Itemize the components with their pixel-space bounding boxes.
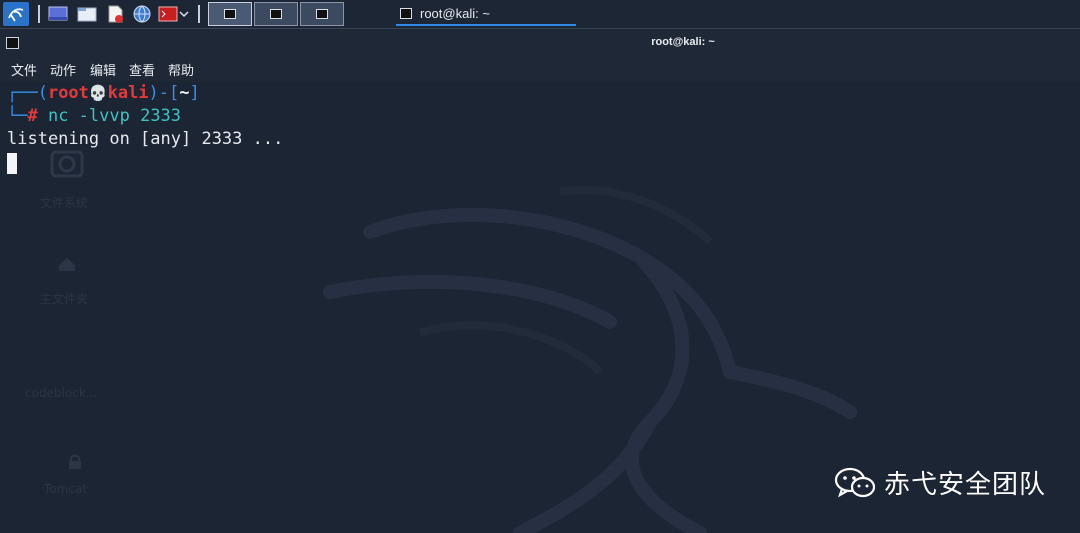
workspace-2[interactable]: [254, 2, 298, 26]
ghost-label: codeblock...: [25, 386, 98, 400]
kali-menu-icon[interactable]: [3, 2, 29, 26]
prompt-bracket: )-[: [148, 83, 180, 103]
window-title: root@kali: ~: [651, 36, 715, 48]
window-titlebar[interactable]: root@kali: ~: [0, 31, 1080, 55]
prompt-bracket-close: ]: [189, 83, 200, 103]
prompt-hash: #: [27, 106, 38, 126]
terminal-icon: [270, 9, 282, 19]
wechat-watermark: 赤弋安全团队: [834, 464, 1046, 501]
prompt-user: root: [47, 83, 89, 103]
taskbar-separator: [38, 5, 40, 23]
file-manager-icon[interactable]: [76, 3, 98, 25]
menu-bar: 文件 动作 编辑 查看 帮助: [0, 56, 1080, 80]
prompt-cwd: ~: [179, 83, 190, 103]
text-cursor: [7, 153, 17, 174]
ghost-home-icon: [59, 258, 75, 271]
prompt-corner-top: ┌──(: [7, 83, 48, 103]
taskbar-separator: [198, 5, 200, 23]
menu-action[interactable]: 动作: [50, 60, 76, 79]
taskbar-window-label: root@kali: ~: [420, 5, 490, 21]
web-browser-icon[interactable]: [131, 3, 153, 25]
workspace-3[interactable]: [300, 2, 344, 26]
menu-file[interactable]: 文件: [11, 60, 37, 79]
ghost-label: 文件系统: [40, 196, 89, 210]
terminal-icon: [224, 9, 236, 19]
chevron-down-icon[interactable]: [177, 3, 191, 25]
menu-view[interactable]: 查看: [129, 60, 155, 79]
skull-icon: 💀: [88, 84, 108, 102]
menu-help[interactable]: 帮助: [168, 60, 194, 79]
menu-edit[interactable]: 编辑: [90, 60, 116, 79]
prompt-line: ┌──(root💀kali)-[~]: [7, 82, 200, 105]
command-output: listening on [any] 2333 ...: [7, 129, 284, 149]
workspace-1[interactable]: [208, 2, 252, 26]
text-editor-icon[interactable]: [104, 3, 126, 25]
ghost-drive-icon: [50, 150, 84, 178]
terminal-icon: [400, 7, 412, 19]
command-text: nc -lvvp 2333: [37, 106, 182, 126]
taskbar-window-button[interactable]: root@kali: ~: [396, 2, 576, 26]
ghost-lock-icon: [69, 454, 81, 469]
ghost-label: 主文件夹: [40, 292, 89, 306]
watermark-text: 赤弋安全团队: [884, 470, 1047, 500]
prompt-host: kali: [107, 83, 149, 103]
prompt-corner-bottom: └─: [7, 106, 28, 126]
terminal-icon: [316, 9, 328, 19]
terminal-launcher-icon[interactable]: [157, 3, 179, 25]
command-line: └─# nc -lvvp 2333: [7, 105, 181, 128]
wechat-icon: [834, 467, 876, 497]
taskbar: root@kali: ~: [0, 0, 1080, 29]
ghost-label: Tomcat: [44, 482, 87, 496]
show-desktop-icon[interactable]: [47, 3, 69, 25]
